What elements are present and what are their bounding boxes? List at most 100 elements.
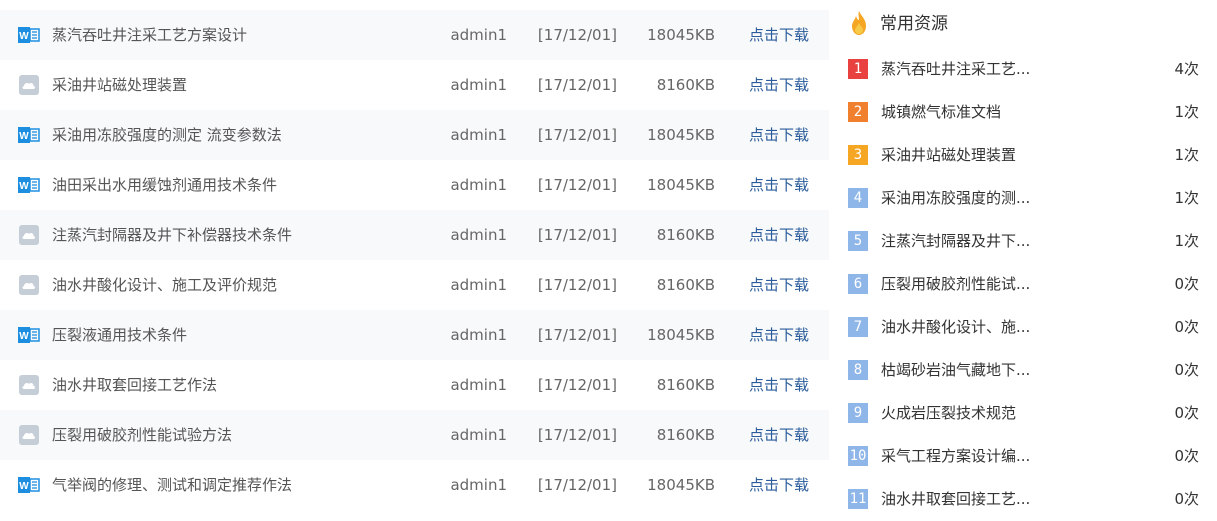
popular-resources-panel: 常用资源 1 蒸汽吞吐井注采工艺... 4次 2 城镇燃气标准文档 1次 3 采… — [840, 0, 1217, 511]
rank-item-name[interactable]: 采气工程方案设计编... — [881, 435, 1030, 478]
rank-number-badge: 1 — [848, 59, 868, 79]
rank-number-badge: 4 — [848, 188, 868, 208]
file-row: W 气举阀的修理、测试和调定推荐作法 admin1 [17/12/01] 180… — [0, 460, 829, 510]
rank-item-count: 4次 — [1174, 60, 1199, 78]
rank-item-name[interactable]: 采油井站磁处理装置 — [881, 134, 1016, 177]
rank-item[interactable]: 9 火成岩压裂技术规范 0次 — [840, 392, 1217, 435]
file-uploader: admin1 — [450, 476, 507, 494]
word-icon: W — [18, 475, 40, 495]
download-link[interactable]: 点击下载 — [749, 360, 809, 410]
file-size: 18045KB — [647, 476, 715, 494]
rank-item-count: 1次 — [1174, 146, 1199, 164]
download-link[interactable]: 点击下载 — [749, 310, 809, 360]
rank-item-name[interactable]: 压裂用破胶剂性能试... — [881, 263, 1030, 306]
file-name[interactable]: 压裂用破胶剂性能试验方法 — [52, 410, 232, 460]
file-uploader: admin1 — [450, 26, 507, 44]
file-name[interactable]: 油田采出水用缓蚀剂通用技术条件 — [52, 160, 277, 210]
file-name[interactable]: 采油井站磁处理装置 — [52, 60, 187, 110]
rank-number-badge: 2 — [848, 102, 868, 122]
file-row: 注蒸汽封隔器及井下补偿器技术条件 admin1 [17/12/01] 8160K… — [0, 210, 829, 260]
file-date: [17/12/01] — [537, 26, 617, 44]
download-link[interactable]: 点击下载 — [749, 410, 809, 460]
rank-item-count: 1次 — [1174, 232, 1199, 250]
file-list: W 蒸汽吞吐井注采工艺方案设计 admin1 [17/12/01] 18045K… — [0, 10, 829, 510]
file-name[interactable]: 气举阀的修理、测试和调定推荐作法 — [52, 460, 292, 510]
rank-item-count: 0次 — [1174, 275, 1199, 293]
word-icon: W — [18, 325, 40, 345]
rank-item[interactable]: 2 城镇燃气标准文档 1次 — [840, 91, 1217, 134]
file-name[interactable]: 蒸汽吞吐井注采工艺方案设计 — [52, 10, 247, 60]
download-link[interactable]: 点击下载 — [749, 10, 809, 60]
file-date: [17/12/01] — [537, 326, 617, 344]
rank-number-badge: 5 — [848, 231, 868, 251]
rank-item[interactable]: 5 注蒸汽封隔器及井下... 1次 — [840, 220, 1217, 263]
file-name[interactable]: 压裂液通用技术条件 — [52, 310, 187, 360]
rank-item[interactable]: 6 压裂用破胶剂性能试... 0次 — [840, 263, 1217, 306]
file-size: 8160KB — [656, 76, 715, 94]
cloud-icon — [18, 425, 40, 445]
rank-item[interactable]: 1 蒸汽吞吐井注采工艺... 4次 — [840, 48, 1217, 91]
rank-item-count: 0次 — [1174, 361, 1199, 379]
file-date: [17/12/01] — [537, 176, 617, 194]
cloud-icon — [18, 275, 40, 295]
fire-icon — [852, 11, 866, 35]
rank-number-badge: 9 — [848, 403, 868, 423]
rank-number-badge: 7 — [848, 317, 868, 337]
file-row: 油水井取套回接工艺作法 admin1 [17/12/01] 8160KB 点击下… — [0, 360, 829, 410]
rank-number-badge: 3 — [848, 145, 868, 165]
rank-number-badge: 11 — [848, 489, 868, 509]
rank-item-name[interactable]: 枯竭砂岩油气藏地下... — [881, 349, 1030, 392]
rank-item-name[interactable]: 采油用冻胶强度的测... — [881, 177, 1030, 220]
svg-text:W: W — [19, 131, 29, 142]
file-row: W 油田采出水用缓蚀剂通用技术条件 admin1 [17/12/01] 1804… — [0, 160, 829, 210]
file-name[interactable]: 采油用冻胶强度的测定 流变参数法 — [52, 110, 282, 160]
file-uploader: admin1 — [450, 376, 507, 394]
rank-item[interactable]: 8 枯竭砂岩油气藏地下... 0次 — [840, 349, 1217, 392]
rank-item-name[interactable]: 油水井酸化设计、施... — [881, 306, 1030, 349]
rank-item[interactable]: 3 采油井站磁处理装置 1次 — [840, 134, 1217, 177]
file-size: 18045KB — [647, 176, 715, 194]
file-size: 18045KB — [647, 26, 715, 44]
file-uploader: admin1 — [450, 326, 507, 344]
rank-item[interactable]: 11 油水井取套回接工艺... 0次 — [840, 478, 1217, 521]
rank-number-badge: 8 — [848, 360, 868, 380]
file-row: W 采油用冻胶强度的测定 流变参数法 admin1 [17/12/01] 180… — [0, 110, 829, 160]
file-uploader: admin1 — [450, 126, 507, 144]
rank-item[interactable]: 7 油水井酸化设计、施... 0次 — [840, 306, 1217, 349]
file-name[interactable]: 油水井酸化设计、施工及评价规范 — [52, 260, 277, 310]
svg-text:W: W — [19, 481, 29, 492]
rank-item[interactable]: 10 采气工程方案设计编... 0次 — [840, 435, 1217, 478]
download-link[interactable]: 点击下载 — [749, 160, 809, 210]
file-row: W 压裂液通用技术条件 admin1 [17/12/01] 18045KB 点击… — [0, 310, 829, 360]
rank-item-count: 1次 — [1174, 189, 1199, 207]
rank-item[interactable]: 4 采油用冻胶强度的测... 1次 — [840, 177, 1217, 220]
rank-item-name[interactable]: 城镇燃气标准文档 — [881, 91, 1001, 134]
rank-item-count: 0次 — [1174, 404, 1199, 422]
download-link[interactable]: 点击下载 — [749, 460, 809, 510]
file-size: 18045KB — [647, 326, 715, 344]
file-name[interactable]: 油水井取套回接工艺作法 — [52, 360, 217, 410]
svg-text:W: W — [19, 31, 29, 42]
file-name[interactable]: 注蒸汽封隔器及井下补偿器技术条件 — [52, 210, 292, 260]
file-size: 8160KB — [656, 426, 715, 444]
cloud-icon — [18, 225, 40, 245]
download-link[interactable]: 点击下载 — [749, 260, 809, 310]
download-link[interactable]: 点击下载 — [749, 60, 809, 110]
file-date: [17/12/01] — [537, 76, 617, 94]
download-link[interactable]: 点击下载 — [749, 210, 809, 260]
file-uploader: admin1 — [450, 176, 507, 194]
rank-item-count: 0次 — [1174, 490, 1199, 508]
rank-item-name[interactable]: 注蒸汽封隔器及井下... — [881, 220, 1030, 263]
file-date: [17/12/01] — [537, 276, 617, 294]
file-date: [17/12/01] — [537, 426, 617, 444]
rank-item-count: 0次 — [1174, 447, 1199, 465]
file-size: 8160KB — [656, 376, 715, 394]
download-link[interactable]: 点击下载 — [749, 110, 809, 160]
rank-item-name[interactable]: 油水井取套回接工艺... — [881, 478, 1030, 521]
cloud-icon — [18, 75, 40, 95]
rank-item-name[interactable]: 火成岩压裂技术规范 — [881, 392, 1016, 435]
rank-item-name[interactable]: 蒸汽吞吐井注采工艺... — [881, 48, 1030, 91]
panel-title: 常用资源 — [880, 14, 948, 34]
file-date: [17/12/01] — [537, 226, 617, 244]
word-icon: W — [18, 175, 40, 195]
